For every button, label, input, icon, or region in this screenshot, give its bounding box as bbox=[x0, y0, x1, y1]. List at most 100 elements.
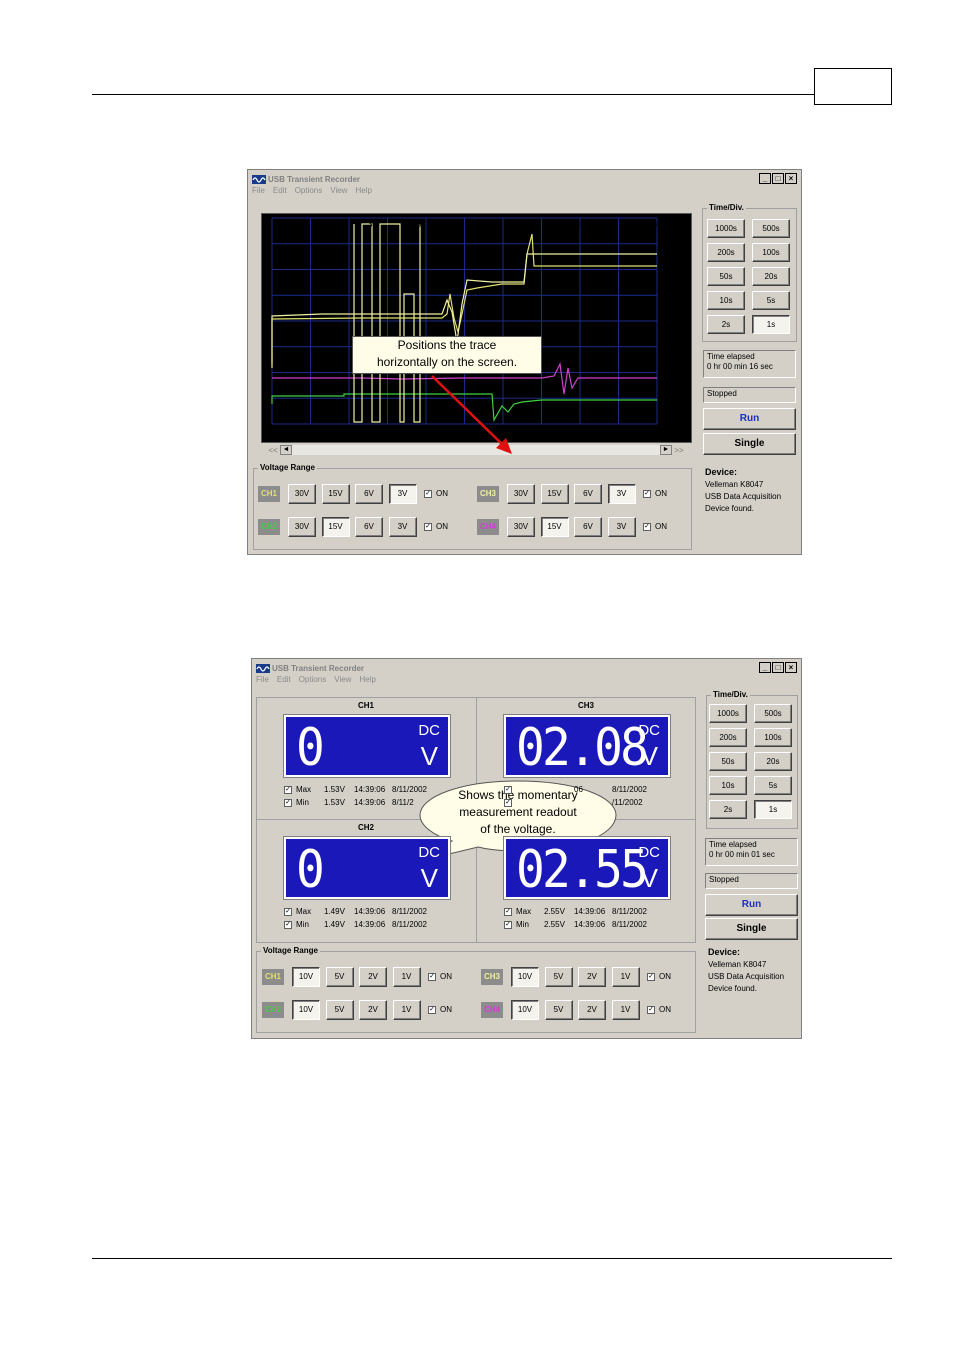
ch1-range-button-3v[interactable]: 3V bbox=[388, 484, 417, 504]
run-button[interactable]: Run bbox=[703, 408, 796, 430]
ch3-range-button-5v[interactable]: 5V bbox=[544, 967, 573, 987]
timediv-button-1s[interactable]: 1s bbox=[752, 315, 790, 334]
timediv-button-500s[interactable]: 500s bbox=[752, 219, 790, 238]
scroll-right-button[interactable]: ► bbox=[660, 445, 672, 455]
minimize-icon[interactable]: _ bbox=[759, 662, 771, 673]
close-icon[interactable]: × bbox=[785, 662, 797, 673]
ch4-range-button-3v[interactable]: 3V bbox=[607, 517, 636, 537]
scroll-left-button[interactable]: ◄ bbox=[280, 445, 292, 455]
ch2-range-button-10v[interactable]: 10V bbox=[292, 1000, 320, 1020]
ch4-range-button-30v[interactable]: 30V bbox=[507, 517, 535, 537]
ch1-range-button-2v[interactable]: 2V bbox=[359, 967, 387, 987]
menu-edit[interactable]: Edit bbox=[273, 186, 287, 198]
checkmark-icon[interactable]: ✓ bbox=[284, 785, 292, 794]
ch1-range-button-1v[interactable]: 1V bbox=[392, 967, 421, 987]
timediv-button-2s[interactable]: 2s bbox=[709, 800, 747, 819]
timediv-button-50s[interactable]: 50s bbox=[707, 267, 745, 286]
checkmark-icon[interactable]: ✓ bbox=[284, 920, 292, 929]
ch1-range-button-10v[interactable]: 10V bbox=[292, 967, 320, 987]
waveform-logo-icon bbox=[252, 174, 266, 184]
single-button[interactable]: Single bbox=[705, 918, 798, 940]
ch4-range-button-15v[interactable]: 15V bbox=[540, 517, 569, 537]
on-label: ON bbox=[659, 1005, 671, 1014]
ch2-range-button-3v[interactable]: 3V bbox=[388, 517, 417, 537]
ch3-range-button-6v[interactable]: 6V bbox=[574, 484, 602, 504]
timediv-button-100s[interactable]: 100s bbox=[754, 728, 792, 747]
close-icon[interactable]: × bbox=[785, 173, 797, 184]
maximize-icon[interactable]: □ bbox=[772, 662, 784, 673]
checkmark-icon[interactable]: ✓ bbox=[504, 920, 512, 929]
ch2-range-button-5v[interactable]: 5V bbox=[325, 1000, 354, 1020]
ch2-tag: CH2 bbox=[262, 1002, 284, 1018]
ch2-range-button-30v[interactable]: 30V bbox=[288, 517, 316, 537]
ch3-range-button-15v[interactable]: 15V bbox=[540, 484, 569, 504]
timediv-button-10s[interactable]: 10s bbox=[709, 776, 747, 795]
menu-view[interactable]: View bbox=[330, 186, 347, 198]
menu-options[interactable]: Options bbox=[295, 186, 323, 198]
timediv-button-200s[interactable]: 200s bbox=[707, 243, 745, 262]
ch1-on-checkbox[interactable]: ✓ ON bbox=[424, 489, 448, 498]
scroll-far-left-button[interactable]: << bbox=[266, 446, 280, 455]
menu-options[interactable]: Options bbox=[299, 675, 327, 687]
ch4-range-button-5v[interactable]: 5V bbox=[544, 1000, 573, 1020]
checkmark-icon[interactable]: ✓ bbox=[504, 785, 512, 794]
ch2-on-checkbox[interactable]: ✓ ON bbox=[424, 522, 448, 531]
timediv-button-5s[interactable]: 5s bbox=[752, 291, 790, 310]
ch3-on-checkbox[interactable]: ✓ ON bbox=[647, 972, 671, 981]
checkmark-icon[interactable]: ✓ bbox=[284, 907, 292, 916]
footer-rule bbox=[92, 1258, 892, 1259]
timediv-button-1000s[interactable]: 1000s bbox=[707, 219, 745, 238]
menu-help[interactable]: Help bbox=[355, 186, 371, 198]
checkmark-icon[interactable]: ✓ bbox=[284, 798, 292, 807]
timediv-button-10s[interactable]: 10s bbox=[707, 291, 745, 310]
ch3-range-button-3v[interactable]: 3V bbox=[607, 484, 636, 504]
device-line: USB Data Acquisition bbox=[705, 492, 782, 501]
ch1-range-button-5v[interactable]: 5V bbox=[325, 967, 354, 987]
ch2-range-button-15v[interactable]: 15V bbox=[321, 517, 350, 537]
ch2-on-checkbox[interactable]: ✓ ON bbox=[428, 1005, 452, 1014]
menu-view[interactable]: View bbox=[334, 675, 351, 687]
maximize-icon[interactable]: □ bbox=[772, 173, 784, 184]
ch1-range-button-15v[interactable]: 15V bbox=[321, 484, 350, 504]
ch2-range-button-2v[interactable]: 2V bbox=[359, 1000, 387, 1020]
menu-file[interactable]: File bbox=[252, 186, 265, 198]
timediv-button-1000s[interactable]: 1000s bbox=[709, 704, 747, 723]
timediv-button-500s[interactable]: 500s bbox=[754, 704, 792, 723]
timediv-button-200s[interactable]: 200s bbox=[709, 728, 747, 747]
timediv-button-100s[interactable]: 100s bbox=[752, 243, 790, 262]
ch4-range-button-10v[interactable]: 10V bbox=[511, 1000, 539, 1020]
ch3-range-button-1v[interactable]: 1V bbox=[611, 967, 640, 987]
ch1-lcd-dc: DC bbox=[418, 722, 440, 739]
ch2-range-button-6v[interactable]: 6V bbox=[355, 517, 383, 537]
timediv-button-50s[interactable]: 50s bbox=[709, 752, 747, 771]
timediv-button-5s[interactable]: 5s bbox=[754, 776, 792, 795]
scroll-far-right-button[interactable]: >> bbox=[672, 446, 686, 455]
menu-help[interactable]: Help bbox=[359, 675, 375, 687]
ch1-on-checkbox[interactable]: ✓ ON bbox=[428, 972, 452, 981]
ch4-on-checkbox[interactable]: ✓ ON bbox=[647, 1005, 671, 1014]
ch3-range-button-10v[interactable]: 10V bbox=[511, 967, 539, 987]
timediv-button-20s[interactable]: 20s bbox=[752, 267, 790, 286]
ch3-on-checkbox[interactable]: ✓ ON bbox=[643, 489, 667, 498]
ch1-range-button-30v[interactable]: 30V bbox=[288, 484, 316, 504]
checkmark-icon[interactable]: ✓ bbox=[504, 798, 512, 807]
ch1-range-button-6v[interactable]: 6V bbox=[355, 484, 383, 504]
ch4-range-button-1v[interactable]: 1V bbox=[611, 1000, 640, 1020]
timediv-button-2s[interactable]: 2s bbox=[707, 315, 745, 334]
menu-file[interactable]: File bbox=[256, 675, 269, 687]
minimize-icon[interactable]: _ bbox=[759, 173, 771, 184]
timediv-button-20s[interactable]: 20s bbox=[754, 752, 792, 771]
menu-edit[interactable]: Edit bbox=[277, 675, 291, 687]
ch3-range-button-30v[interactable]: 30V bbox=[507, 484, 535, 504]
run-button[interactable]: Run bbox=[705, 894, 798, 916]
ch2-range-button-1v[interactable]: 1V bbox=[392, 1000, 421, 1020]
ch2-min-date: 8/11/2002 bbox=[392, 920, 427, 929]
timediv-button-1s[interactable]: 1s bbox=[754, 800, 792, 819]
ch4-range-button-6v[interactable]: 6V bbox=[574, 517, 602, 537]
ch3-range-button-2v[interactable]: 2V bbox=[578, 967, 606, 987]
ch4-range-button-2v[interactable]: 2V bbox=[578, 1000, 606, 1020]
checkmark-icon[interactable]: ✓ bbox=[504, 907, 512, 916]
single-button[interactable]: Single bbox=[703, 433, 796, 455]
ch4-tag: CH4 bbox=[481, 1002, 503, 1018]
ch4-on-checkbox[interactable]: ✓ ON bbox=[643, 522, 667, 531]
